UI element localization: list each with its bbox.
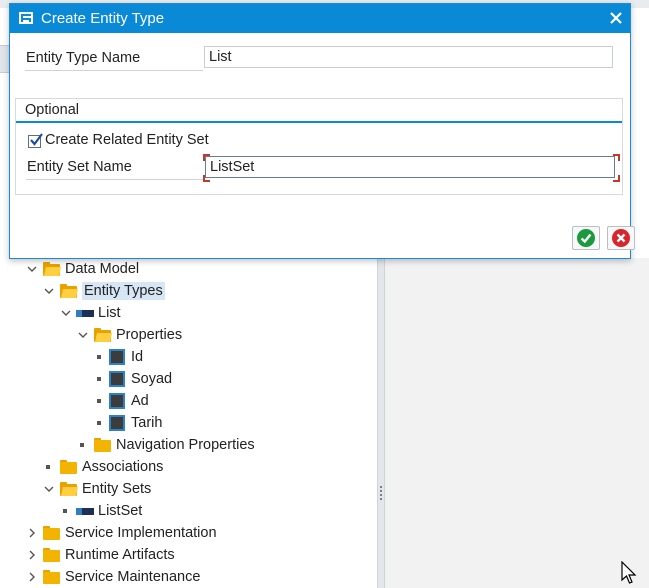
focus-corner (613, 154, 620, 161)
tree-node-associations[interactable]: Associations (42, 457, 163, 477)
tree-node-runtime-artifacts[interactable]: Runtime Artifacts (25, 545, 175, 565)
folder-open-icon (60, 481, 78, 496)
confirm-button[interactable] (572, 226, 600, 250)
cancel-button[interactable] (607, 226, 635, 250)
folder-icon (43, 525, 60, 540)
chevron-down-icon[interactable] (42, 482, 56, 496)
label-underline (25, 70, 203, 71)
close-icon[interactable] (608, 10, 624, 26)
tree-node-property[interactable]: Ad (93, 391, 149, 411)
folder-open-icon (94, 327, 112, 342)
tree-node-label: Service Implementation (65, 525, 217, 541)
entity-type-name-label: Entity Type Name (26, 50, 141, 66)
grip-dot (380, 494, 382, 496)
tree-node-label: Tarih (131, 415, 163, 431)
chevron-down-icon[interactable] (76, 328, 90, 342)
chevron-down-icon[interactable] (59, 306, 73, 320)
tree-node-label: Associations (82, 459, 164, 475)
tree-node-label: ListSet (98, 503, 143, 519)
leaf-bullet-icon (97, 421, 101, 425)
background-field-stub (0, 45, 9, 73)
cancel-circle-icon (612, 229, 630, 247)
tree-node-entity-types[interactable]: Entity Types (42, 281, 165, 301)
model-tree-panel: Data Model Entity Types List Properties … (0, 258, 377, 588)
folder-icon (60, 459, 77, 474)
folder-icon (43, 569, 60, 584)
folder-open-icon (43, 261, 61, 276)
entity-type-name-input[interactable]: List (204, 46, 613, 68)
entity-set-icon (76, 507, 94, 515)
chevron-down-icon[interactable] (25, 262, 39, 276)
leaf-bullet-icon (63, 509, 67, 513)
detail-panel (385, 258, 649, 588)
chevron-down-icon[interactable] (42, 284, 56, 298)
tree-node-label: Properties (116, 327, 183, 343)
tree-node-listset[interactable]: ListSet (59, 501, 142, 521)
tree-node-service-maintenance[interactable]: Service Maintenance (25, 567, 200, 587)
panel-splitter-handle[interactable] (377, 258, 385, 588)
dialog-title: Create Entity Type (41, 10, 165, 27)
focus-corner (613, 175, 620, 182)
optional-group-header: Optional (16, 99, 622, 123)
focus-corner (203, 175, 210, 182)
tree-node-property[interactable]: Tarih (93, 413, 162, 433)
tree-node-label: Data Model (65, 261, 140, 277)
grip-dot (380, 490, 382, 492)
tree-node-entity-sets[interactable]: Entity Sets (42, 479, 151, 499)
checkmark-icon (30, 133, 43, 146)
property-icon (109, 371, 125, 387)
property-icon (109, 415, 125, 431)
leaf-bullet-icon (46, 465, 50, 469)
check-circle-icon (577, 229, 595, 247)
label-underline (26, 179, 204, 180)
focus-corner (203, 154, 210, 161)
create-related-entity-set-checkbox[interactable] (28, 133, 43, 148)
tree-node-properties[interactable]: Properties (76, 325, 182, 345)
tree-node-list[interactable]: List (59, 303, 121, 323)
optional-group: Optional Create Related Entity Set Entit… (15, 98, 623, 195)
tree-node-label: Entity Sets (82, 481, 152, 497)
entity-set-name-label: Entity Set Name (27, 159, 132, 175)
folder-icon (94, 437, 111, 452)
tree-node-label: Soyad (131, 371, 173, 387)
optional-group-title: Optional (25, 102, 80, 118)
chevron-right-icon[interactable] (25, 548, 39, 562)
tree-node-label: Navigation Properties (116, 437, 255, 453)
dialog-title-bar[interactable]: Create Entity Type (10, 4, 630, 33)
leaf-bullet-icon (97, 355, 101, 359)
tree-node-property[interactable]: Soyad (93, 369, 172, 389)
tree-node-property[interactable]: Id (93, 347, 143, 367)
grip-dot (380, 486, 382, 488)
leaf-bullet-icon (80, 443, 84, 447)
tree-node-label: Service Maintenance (65, 569, 201, 585)
property-icon (109, 393, 125, 409)
entity-set-name-input[interactable]: ListSet (205, 156, 615, 178)
mouse-pointer-icon (621, 561, 637, 584)
create-entity-type-dialog: Create Entity Type Entity Type Name List… (9, 3, 635, 259)
chevron-right-icon[interactable] (25, 526, 39, 540)
folder-open-icon (60, 283, 78, 298)
tree-node-label: Runtime Artifacts (65, 547, 175, 563)
tree-node-label: Entity Types (82, 282, 165, 300)
tree-node-data-model[interactable]: Data Model (25, 259, 139, 279)
entity-type-icon (76, 309, 94, 317)
leaf-bullet-icon (97, 377, 101, 381)
tree-node-service-implementation[interactable]: Service Implementation (25, 523, 217, 543)
leaf-bullet-icon (97, 399, 101, 403)
folder-icon (43, 547, 60, 562)
tree-node-label: List (98, 305, 121, 321)
tree-node-label: Ad (131, 393, 149, 409)
dialog-window-icon (19, 11, 35, 26)
grip-dot (380, 498, 382, 500)
tree-node-navigation-properties[interactable]: Navigation Properties (76, 435, 255, 455)
chevron-right-icon[interactable] (25, 570, 39, 584)
property-icon (109, 349, 125, 365)
create-related-entity-set-label[interactable]: Create Related Entity Set (45, 132, 209, 148)
tree-node-label: Id (131, 349, 144, 365)
